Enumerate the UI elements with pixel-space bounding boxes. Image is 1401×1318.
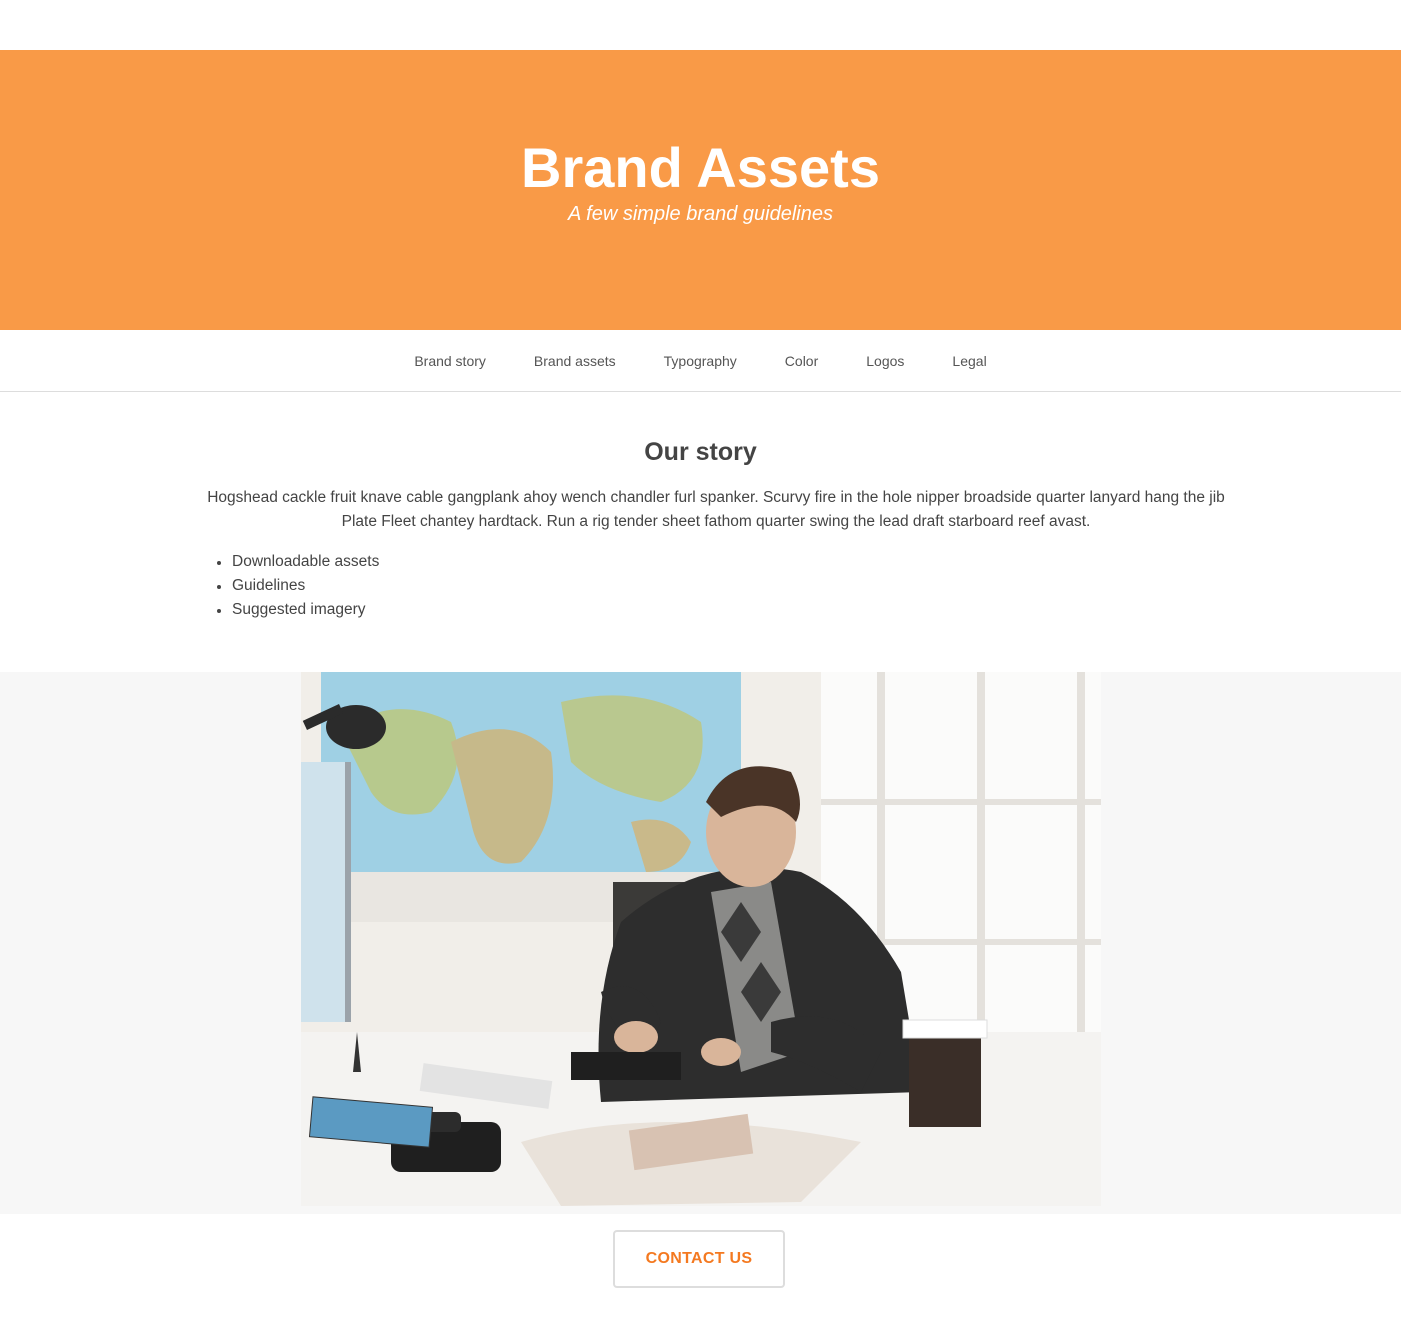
list-item: Downloadable assets xyxy=(216,550,379,574)
hero-subtitle: A few simple brand guidelines xyxy=(568,203,833,225)
story-list: Downloadable assets Guidelines Suggested… xyxy=(216,550,379,622)
coffee-cup-graphic xyxy=(902,1019,988,1127)
nav-item-typography[interactable]: Typography xyxy=(664,353,737,369)
story-paragraph: Hogshead cackle fruit knave cable gangpl… xyxy=(207,489,1225,530)
page: Brand Assets A few simple brand guidelin… xyxy=(0,0,1401,1318)
nav-item-brand-assets[interactable]: Brand assets xyxy=(534,353,616,369)
nav-item-legal[interactable]: Legal xyxy=(952,353,986,369)
story-heading: Our story xyxy=(644,438,757,466)
suggested-imagery-photo xyxy=(301,672,1101,1206)
hero-title: Brand Assets xyxy=(521,136,880,199)
nav-item-logos[interactable]: Logos xyxy=(866,353,904,369)
contact-us-button[interactable]: CONTACT US xyxy=(613,1230,785,1288)
hero-banner: Brand Assets A few simple brand guidelin… xyxy=(0,50,1401,330)
list-item: Guidelines xyxy=(216,574,379,598)
nav-item-color[interactable]: Color xyxy=(785,353,818,369)
main-nav: Brand story Brand assets Typography Colo… xyxy=(0,330,1401,392)
list-item: Suggested imagery xyxy=(216,598,379,622)
nav-item-brand-story[interactable]: Brand story xyxy=(414,353,486,369)
